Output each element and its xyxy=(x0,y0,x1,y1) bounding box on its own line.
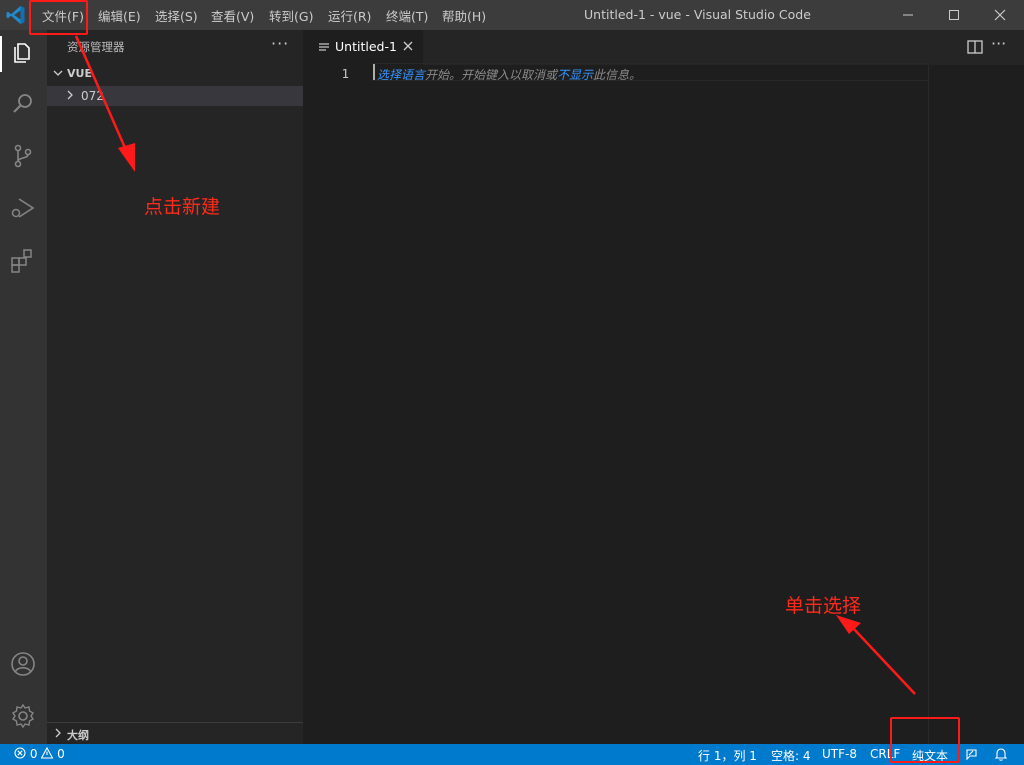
window-title: Untitled-1 - vue - Visual Studio Code xyxy=(584,7,811,22)
notifications-bell-icon[interactable] xyxy=(994,747,1008,762)
line-number: 1 xyxy=(341,66,349,81)
more-actions-button[interactable]: ··· xyxy=(271,34,289,53)
warning-icon xyxy=(40,746,54,759)
title-bar: 文件(F) 编辑(E) 选择(S) 查看(V) 转到(G) 运行(R) 终端(T… xyxy=(0,0,1024,30)
close-tab-icon[interactable] xyxy=(401,39,415,53)
menu-run[interactable]: 运行(R) xyxy=(328,6,371,25)
close-window-button[interactable] xyxy=(977,0,1023,30)
maximize-button[interactable] xyxy=(931,0,977,30)
menu-help[interactable]: 帮助(H) xyxy=(442,6,486,25)
split-editor-icon[interactable] xyxy=(966,38,984,56)
chevron-down-icon xyxy=(53,70,63,76)
minimize-icon xyxy=(903,14,913,16)
problems-status[interactable]: 0 0 xyxy=(14,746,65,761)
menu-terminal[interactable]: 终端(T) xyxy=(386,6,428,25)
activity-bar xyxy=(0,30,47,744)
source-control-icon[interactable] xyxy=(9,142,37,170)
empty-editor-hint: 选择语言开始。开始键入以取消或不显示此信息。 xyxy=(377,66,641,83)
cursor-position[interactable]: 行 1，列 1 xyxy=(698,747,757,764)
explorer-title: 资源管理器 xyxy=(67,40,125,54)
menu-go[interactable]: 转到(G) xyxy=(269,6,313,25)
error-count: 0 xyxy=(29,747,38,761)
tab-untitled-1[interactable]: Untitled-1 xyxy=(303,30,423,65)
encoding[interactable]: UTF-8 xyxy=(822,747,857,761)
run-debug-icon[interactable] xyxy=(9,194,37,222)
select-language-link[interactable]: 选择语言 xyxy=(377,68,425,82)
outline-section-header[interactable]: 大纲 xyxy=(47,722,303,744)
annotation-box-file-menu xyxy=(29,0,88,35)
editor-more-button[interactable]: ··· xyxy=(991,34,1009,53)
account-icon[interactable] xyxy=(9,650,37,678)
search-icon[interactable] xyxy=(9,90,37,118)
close-icon xyxy=(994,9,1006,21)
text-cursor xyxy=(373,64,375,80)
menu-edit[interactable]: 编辑(E) xyxy=(98,6,141,25)
minimap[interactable] xyxy=(928,65,1024,744)
indentation[interactable]: 空格: 4 xyxy=(771,747,811,764)
outline-label: 大纲 xyxy=(67,729,89,742)
explorer-sidebar: 资源管理器 ··· VUE 072 大纲 xyxy=(47,30,303,744)
chevron-right-icon xyxy=(67,90,73,100)
annotation-box-language xyxy=(890,717,960,763)
vscode-logo-icon xyxy=(6,6,25,24)
workspace-name: VUE xyxy=(67,67,92,80)
hint-end: 此信息。 xyxy=(593,68,642,82)
active-indicator xyxy=(0,36,2,72)
warning-count: 0 xyxy=(57,747,65,761)
chevron-right-icon xyxy=(55,728,61,738)
tab-label: Untitled-1 xyxy=(335,39,397,54)
folder-item[interactable]: 072 xyxy=(47,86,303,106)
file-lines-icon xyxy=(319,43,329,51)
maximize-icon xyxy=(949,10,959,20)
dont-show-link[interactable]: 不显示 xyxy=(557,68,593,82)
workspace-section-header[interactable]: VUE xyxy=(47,64,303,84)
annotation-click-select: 单击选择 xyxy=(785,595,862,617)
feedback-icon[interactable] xyxy=(964,747,979,762)
status-bar: 0 0 行 1，列 1 空格: 4 UTF-8 CRLF 纯文本 xyxy=(0,744,1024,765)
explorer-icon[interactable] xyxy=(9,38,37,66)
error-icon xyxy=(14,747,26,759)
settings-gear-icon[interactable] xyxy=(9,702,37,730)
hint-text: 开始。开始键入以取消或 xyxy=(425,68,558,82)
folder-name: 072 xyxy=(81,89,104,103)
annotation-new-file: 点击新建 xyxy=(144,196,221,218)
tab-bar: Untitled-1 ··· xyxy=(303,30,1024,65)
minimize-button[interactable] xyxy=(885,0,931,30)
editor-area[interactable]: Untitled-1 ··· 1 选择语言开始。开始键入以取消或不显示此信息。 xyxy=(303,30,1024,744)
menu-selection[interactable]: 选择(S) xyxy=(155,6,198,25)
menu-view[interactable]: 查看(V) xyxy=(211,6,254,25)
extensions-icon[interactable] xyxy=(9,246,37,274)
